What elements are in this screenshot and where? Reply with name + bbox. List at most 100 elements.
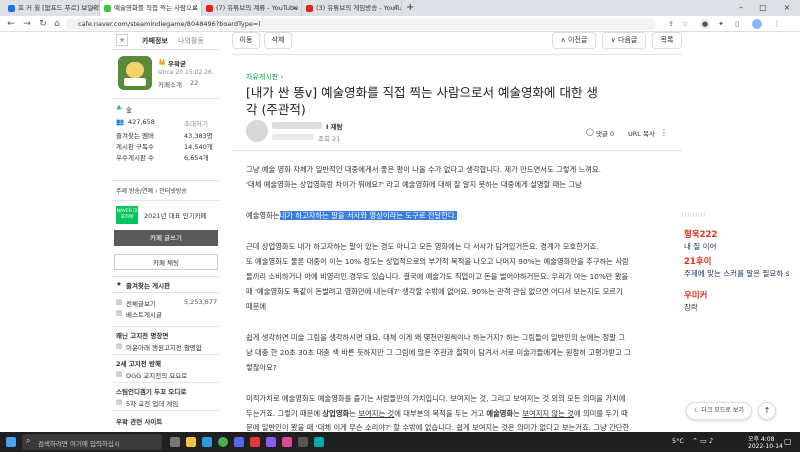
discord-icon[interactable]: [234, 437, 244, 447]
more-options-icon[interactable]: ⋮: [660, 128, 668, 137]
board-icon: ▤: [116, 309, 123, 317]
close-window-icon[interactable]: ×: [776, 0, 798, 16]
board-link[interactable]: 이윤아래 행원고지전 활명합: [126, 342, 202, 352]
manager-name[interactable]: 우왁굳: [168, 58, 186, 68]
reload-icon[interactable]: ↻: [36, 17, 50, 31]
bookmark-icon[interactable]: ☆: [680, 19, 690, 29]
best-posts-link[interactable]: 베스트게시글: [126, 309, 162, 319]
windows-taskbar: ⌕ 검색하려면 여기에 입력하십시 5°C ⌃ ▭ ♪ 오후 4:08 2022…: [0, 432, 800, 452]
list-button[interactable]: 목록: [652, 32, 682, 49]
extension-icon[interactable]: ●: [700, 19, 710, 29]
edge-icon[interactable]: [202, 437, 212, 447]
url-input[interactable]: cafe.naver.com/steamindiegame/8048496?bo…: [66, 18, 656, 30]
all-posts-link[interactable]: 전체글보기: [126, 298, 156, 308]
browser-tab-strip: 프 커 윌 [없프드 푸르] 보일확장 × 예술영화를 직접 찍는 사람으로 ×…: [0, 0, 800, 16]
chat-user: 형욱222: [684, 230, 718, 240]
award-text[interactable]: 2021년 대표 인기카페: [144, 210, 207, 220]
people-icon: 👥: [116, 118, 125, 126]
stat1-value: 427,658: [128, 118, 155, 126]
minimize-icon[interactable]: –: [730, 0, 752, 16]
comment-count[interactable]: 댓글 0: [596, 128, 614, 138]
comment-icon[interactable]: ◯: [586, 128, 594, 136]
board-link[interactable]: OGG 교지전의 요요로: [126, 370, 187, 380]
author-avatar[interactable]: [246, 120, 268, 142]
paragraph-line: '대체 예술영화는 상업영화랑 차이가 뭐에요?' 라고 예술영화에 대해 잘 …: [246, 180, 582, 189]
file-explorer-icon[interactable]: [186, 437, 196, 447]
board-section-header: 2세 고지전 방해: [116, 360, 161, 368]
app-icon[interactable]: [298, 437, 308, 447]
close-icon[interactable]: ×: [392, 0, 398, 16]
sidebar-icon[interactable]: ▯: [732, 19, 742, 29]
close-icon[interactable]: ×: [90, 0, 96, 16]
forward-icon[interactable]: →: [20, 17, 34, 31]
cafe-chat-button[interactable]: 카페 채팅: [114, 254, 218, 270]
new-tab-button[interactable]: +: [406, 0, 414, 16]
member-count[interactable]: 22: [190, 79, 198, 87]
chrome-icon[interactable]: [218, 437, 228, 447]
notification-icon[interactable]: ▢: [784, 437, 792, 446]
clock-date[interactable]: 2022-10-14: [748, 443, 783, 450]
stat4-label: 우수게시판 수: [116, 154, 154, 162]
app-icon[interactable]: [250, 437, 260, 447]
rank-label: 숲: [126, 106, 132, 114]
chat-message: 내 질 이어: [684, 242, 717, 251]
paragraph-line: 미적가치로 예술영화도 예술영화를 즐기는 사람들만의 가치입니다. 보여지는 …: [246, 394, 626, 403]
topic-tags[interactable]: 주제 방송/연예 › 인터넷방송: [116, 186, 187, 195]
tab-favicon-icon: [206, 5, 213, 12]
share-icon[interactable]: ⇪: [666, 19, 676, 29]
windows-start-icon[interactable]: [6, 437, 16, 447]
board-icon: ▤: [116, 342, 123, 350]
fav-boards-header[interactable]: 즐겨찾는 게시판: [126, 280, 170, 290]
app-icon[interactable]: [282, 437, 292, 447]
weather-label[interactable]: 5°C: [672, 437, 684, 445]
puzzle-icon[interactable]: ✦: [716, 19, 726, 29]
tab-favicon-icon: [104, 5, 111, 12]
taskbar-search-input[interactable]: ⌕ 검색하려면 여기에 입력하십시: [22, 434, 162, 450]
move-button[interactable]: 이동: [232, 32, 260, 49]
avatar[interactable]: [752, 19, 762, 29]
board-breadcrumb[interactable]: 자유게시판 ›: [246, 72, 283, 82]
invite-link[interactable]: 초대하기: [184, 118, 208, 128]
app-icon[interactable]: [314, 437, 324, 447]
paragraph-line: 근데 상업영화도 내가 하고자하는 말이 있는 경도 아니고 모든 영화에는 다…: [246, 242, 599, 251]
manager-icon: 👑: [158, 58, 167, 66]
star-icon[interactable]: ★: [116, 34, 128, 46]
stat2-value: 43,383명: [184, 132, 213, 140]
home-icon[interactable]: ⌂: [50, 17, 64, 31]
task-view-icon[interactable]: [170, 437, 180, 447]
board-link[interactable]: 5차 교전 업데 게임: [126, 398, 178, 408]
board-section-header: 우왁 관련 사이트: [116, 418, 163, 426]
scroll-top-button[interactable]: ↑: [758, 402, 776, 420]
url-copy-link[interactable]: URL 복사: [628, 128, 655, 138]
app-icon[interactable]: [266, 437, 276, 447]
browser-tab[interactable]: (7) 유튜브의 계류 - YouTube ×: [202, 0, 302, 16]
tab-favicon-icon: [306, 5, 313, 12]
close-icon[interactable]: ×: [292, 0, 298, 16]
prev-post-button[interactable]: ∧ 이전글: [552, 32, 596, 49]
menu-icon[interactable]: ⋮: [772, 19, 782, 29]
tab-cafe-info[interactable]: 카페정보: [142, 36, 168, 46]
paragraph-line: 때 '예술영화도 똑같이 돈벌려고 영화만에 내는데?' 생각할 수밖에 없어요…: [246, 287, 623, 296]
selected-text: 내가 하고자하는 말을 서사와 영상이라는 도구로 전달한다.: [279, 211, 457, 220]
paragraph-line: 쉽게 생각하면 미술 그림을 생각하시면 돼요. 대체 이게 왜 몇천만원씩이나…: [246, 333, 625, 342]
address-bar: ← → ↻ ⌂ cafe.naver.com/steamindiegame/80…: [0, 16, 800, 32]
all-posts-count: 5,253,677: [184, 298, 218, 306]
close-icon[interactable]: ×: [192, 0, 198, 16]
write-post-button[interactable]: 카페 글쓰기: [114, 230, 218, 246]
browser-tab-active[interactable]: 예술영화를 직접 찍는 사람으로 ×: [100, 0, 202, 16]
next-post-button[interactable]: ∨ 다음글: [602, 32, 646, 49]
stat3-label: 게시판 구독수: [116, 143, 154, 151]
dark-mode-button[interactable]: ☾ 다크 모드로 보기: [686, 402, 752, 420]
maximize-icon[interactable]: □: [752, 0, 774, 16]
chat-message: 장락: [684, 303, 698, 312]
overlay-blur: lllllllll: [682, 212, 707, 219]
browser-tab[interactable]: (3) 유튜브의 게임방송 - YouTub ×: [302, 0, 402, 16]
cafe-intro-link[interactable]: 카페소개: [158, 79, 182, 89]
paragraph-line: 냥 대충 한 20초 30초 대충 색 바른 듯하지만 그 그림에 많은 주관과…: [246, 348, 631, 357]
tab-my-activity[interactable]: 나의활동: [178, 36, 204, 46]
clock-time[interactable]: 오후 4:08: [748, 434, 774, 443]
browser-tab[interactable]: 프 커 윌 [없프드 푸르] 보일확장 ×: [4, 0, 100, 16]
tray-icons[interactable]: ⌃ ▭ ♪: [692, 437, 713, 445]
back-icon[interactable]: ←: [4, 17, 18, 31]
delete-button[interactable]: 삭제: [264, 32, 292, 49]
